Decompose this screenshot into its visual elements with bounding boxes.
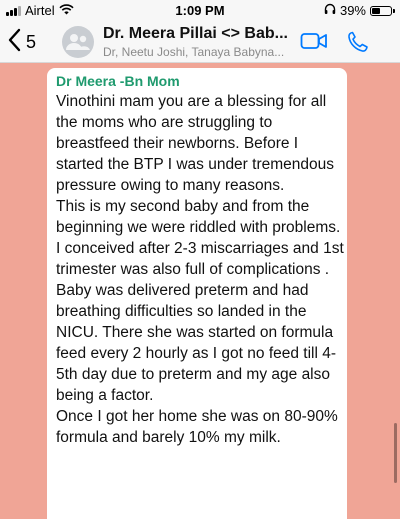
chat-title: Dr. Meera Pillai <> Bab... [103, 25, 288, 42]
chat-participants: Dr, Neetu Joshi, Tanaya Babyna... [103, 45, 285, 59]
phone-call-icon[interactable] [346, 30, 370, 59]
chevron-left-icon [8, 28, 22, 57]
back-button[interactable]: 5 [8, 28, 36, 57]
headphones-icon [324, 3, 336, 18]
battery-level [372, 7, 380, 14]
scrollbar[interactable] [394, 423, 397, 483]
unread-count: 5 [26, 32, 37, 52]
video-call-icon[interactable] [300, 30, 328, 57]
chat-area[interactable]: Dr Meera -Bn Mom Vinothini mam you are a… [0, 63, 400, 519]
battery-icon [370, 5, 395, 16]
status-bar: Airtel 1:09 PM 39% [0, 0, 400, 22]
message-sender[interactable]: Dr Meera -Bn Mom [56, 72, 339, 90]
chat-header: 5 Dr. Meera Pillai <> Bab... Dr, Neetu J… [0, 22, 400, 63]
battery-percent: 39% [339, 3, 366, 18]
chat-title-area[interactable]: Dr. Meera Pillai <> Bab... Dr, Neetu Jos… [103, 25, 298, 59]
message-text: Vinothini mam you are a blessing for all… [56, 93, 344, 446]
status-right: 39% [324, 3, 395, 18]
group-avatar-icon[interactable] [62, 26, 94, 58]
message-bubble[interactable]: Dr Meera -Bn Mom Vinothini mam you are a… [47, 68, 347, 519]
